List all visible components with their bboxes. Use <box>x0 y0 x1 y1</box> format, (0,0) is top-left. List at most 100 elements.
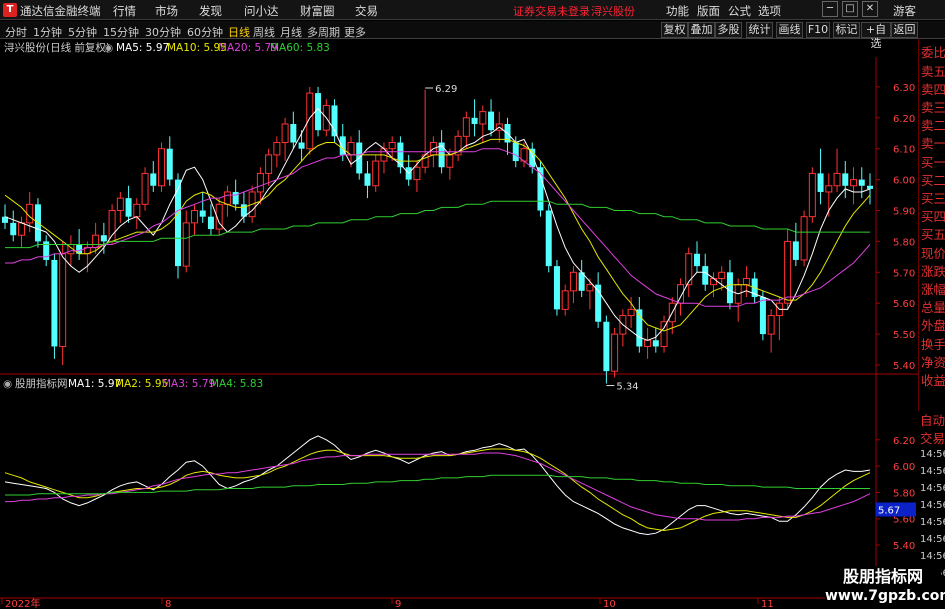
stats-button[interactable]: 统计 <box>746 22 773 38</box>
login-status[interactable]: 证券交易未登录 <box>513 3 590 19</box>
candle <box>265 148 273 186</box>
quote-item: 换手 <box>921 337 945 352</box>
menu-wealth[interactable]: 财富圈 <box>300 3 335 19</box>
chart-area[interactable]: 5.40 5.50 5.60 5.70 5.80 5.90 6.00 6.10 6.20 6.30… <box>0 39 945 609</box>
quote-item: 现价 <box>921 246 945 261</box>
ma5-label: MA5: 5.97 <box>116 42 170 54</box>
tab-5min[interactable]: 5分钟 <box>68 24 97 40</box>
tab-60min[interactable]: 60分钟 <box>187 24 223 40</box>
x-tick-label: 2022年 <box>5 597 40 609</box>
candle-body <box>784 240 792 304</box>
tab-multi-period[interactable]: 多周期 <box>307 24 340 40</box>
candle-body <box>842 173 849 186</box>
candle <box>858 167 865 199</box>
tab-monthly[interactable]: 月线 <box>280 24 302 40</box>
candle-body <box>759 297 766 335</box>
candle-body <box>603 321 610 372</box>
toggle-icon[interactable]: ◉ <box>104 40 113 56</box>
auto-trade-label[interactable]: 交易 <box>920 430 945 448</box>
tick-time: 14:56 <box>920 551 945 562</box>
candle-body <box>867 185 873 189</box>
candle-body <box>273 142 281 156</box>
candle-body <box>59 253 67 347</box>
auto-trade-label[interactable]: 自动 <box>920 412 945 430</box>
current-value-label: 5.67 <box>878 505 900 516</box>
x-tick-label: 10 <box>603 599 616 609</box>
candle <box>43 235 50 267</box>
candle-body <box>388 142 396 150</box>
candle <box>603 315 610 384</box>
draw-button[interactable]: 画线 <box>776 22 803 38</box>
candle-body <box>116 197 124 211</box>
candle <box>223 185 231 217</box>
tab-30min[interactable]: 30分钟 <box>145 24 181 40</box>
candle <box>842 161 849 199</box>
app-logo: T <box>3 3 17 17</box>
candle-body <box>182 222 190 267</box>
back-button[interactable]: 返回 <box>891 22 918 38</box>
menu-market[interactable]: 行情 <box>113 3 136 19</box>
candle-body <box>808 172 816 218</box>
guest-label[interactable]: 游客 <box>893 3 916 19</box>
candle <box>833 148 841 192</box>
candle-body <box>281 123 289 144</box>
candle <box>290 111 297 149</box>
tab-weekly[interactable]: 周线 <box>253 24 275 40</box>
candle-body <box>51 259 58 347</box>
multi-stock-button[interactable]: 多股 <box>715 22 742 38</box>
candle <box>2 204 8 230</box>
menu-ask[interactable]: 问小达 <box>244 3 279 19</box>
ma60-label: MA60: 5.83 <box>270 42 330 54</box>
add-watchlist-button[interactable]: +自选 <box>861 22 891 50</box>
toggle-icon[interactable]: ◉ <box>3 376 12 392</box>
candle-body <box>685 253 693 286</box>
candle-body <box>652 340 659 347</box>
y-tick-label: 6.10 <box>893 145 915 156</box>
menu-exchange[interactable]: 市场 <box>155 3 178 19</box>
menu-trade[interactable]: 交易 <box>355 3 378 19</box>
tab-more[interactable]: 更多 <box>344 24 366 40</box>
overlay-button[interactable]: 叠加 <box>688 22 715 38</box>
menu-discover[interactable]: 发现 <box>199 3 222 19</box>
candle <box>471 99 478 137</box>
tab-15min[interactable]: 15分钟 <box>103 24 139 40</box>
y-tick-label: 6.00 <box>893 176 915 187</box>
candle-body <box>290 123 297 143</box>
candle-body <box>133 203 141 218</box>
menu-options[interactable]: 选项 <box>758 3 781 19</box>
candle-body <box>858 179 865 186</box>
candle <box>364 161 371 199</box>
candle-body <box>817 173 824 192</box>
tick-time: 14:56 <box>920 466 945 477</box>
quote-item: 卖二 <box>921 118 945 133</box>
menu-layout[interactable]: 版面 <box>697 3 720 19</box>
candle <box>166 136 173 186</box>
close-button[interactable]: ✕ <box>862 1 878 17</box>
candle <box>488 99 495 137</box>
tab-daily[interactable]: 日线 <box>228 24 250 40</box>
menu-function[interactable]: 功能 <box>666 3 689 19</box>
candle <box>611 327 619 378</box>
minimize-button[interactable]: ─ <box>822 1 838 17</box>
y-tick-label: 5.80 <box>893 237 915 248</box>
candle-body <box>446 154 454 168</box>
candle <box>537 161 544 217</box>
candle-body <box>413 166 421 181</box>
candle <box>800 210 808 267</box>
tab-intraday[interactable]: 分时 <box>5 24 27 40</box>
f10-button[interactable]: F10 <box>806 22 830 38</box>
candle <box>298 130 305 162</box>
tick-time: 14:56 <box>920 449 945 460</box>
menu-formula[interactable]: 公式 <box>728 3 751 19</box>
restore-button[interactable]: □ <box>842 1 858 17</box>
adjust-button[interactable]: 复权 <box>661 22 688 38</box>
candle <box>281 117 289 162</box>
candle <box>520 142 528 168</box>
mark-button[interactable]: 标记 <box>833 22 860 38</box>
sub-line-ma4 <box>5 474 870 496</box>
candle <box>199 191 206 223</box>
price-annotation: 6.29 <box>435 84 457 95</box>
sub-y-tick-label: 6.20 <box>893 436 915 447</box>
tab-1min[interactable]: 1分钟 <box>33 24 62 40</box>
candle-body <box>364 173 371 186</box>
